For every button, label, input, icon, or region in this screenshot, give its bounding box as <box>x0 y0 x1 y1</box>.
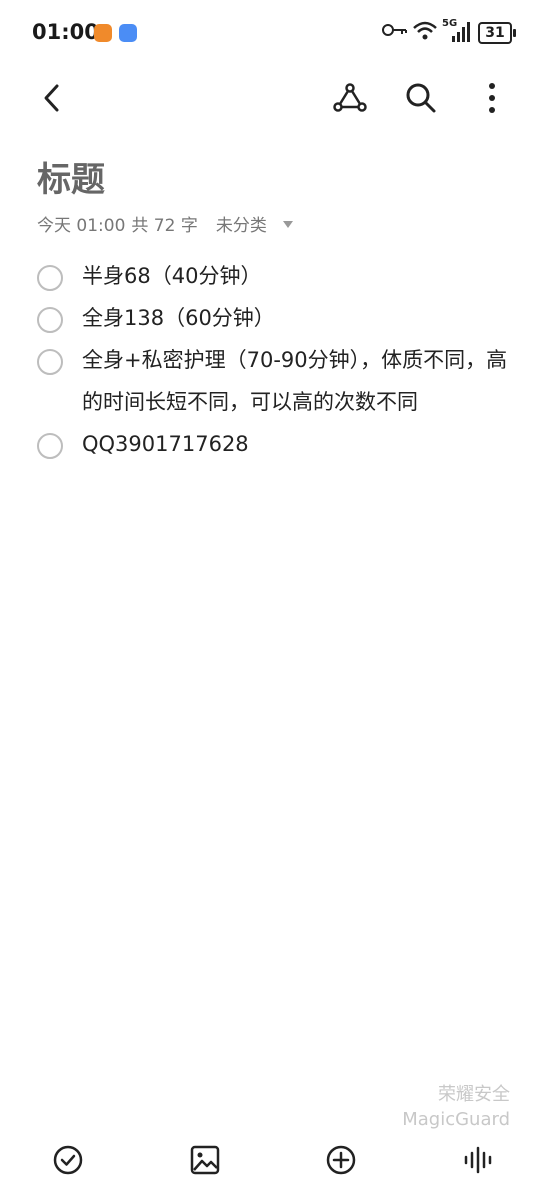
network-type-label: 5G <box>442 18 458 29</box>
voice-input-button[interactable] <box>458 1140 498 1180</box>
search-icon <box>406 83 436 113</box>
add-icon <box>326 1145 356 1175</box>
wifi-icon <box>413 21 437 40</box>
checklist-item: QQ3901717628 <box>37 423 517 465</box>
battery-indicator: 31 <box>478 22 516 44</box>
more-options-button[interactable] <box>472 78 512 118</box>
checkbox-circle-icon[interactable] <box>37 349 63 375</box>
signal-icon: 5G <box>442 18 472 48</box>
chevron-down-icon <box>282 221 293 228</box>
bottom-toolbar <box>0 1130 546 1190</box>
category-label: 未分类 <box>215 216 267 236</box>
watermark-subtitle: MagicGuard <box>402 1109 510 1130</box>
image-icon <box>190 1145 220 1175</box>
checklist-item: 全身138（60分钟） <box>37 297 517 339</box>
checklist-button[interactable] <box>48 1140 88 1180</box>
checklist: 半身68（40分钟） 全身138（60分钟） 全身+私密护理（70-90分钟），… <box>37 255 517 465</box>
share-icon <box>333 83 367 112</box>
app-notification-icon <box>94 24 112 42</box>
category-selector[interactable]: 未分类 <box>216 211 273 236</box>
checkbox-circle-icon[interactable] <box>37 265 63 291</box>
note-title[interactable]: 标题 <box>37 152 105 201</box>
more-icon <box>489 83 495 113</box>
search-button[interactable] <box>401 78 441 118</box>
note-word-count: 共 72 字 <box>131 216 198 236</box>
back-icon <box>44 84 59 112</box>
checklist-item: 半身68（40分钟） <box>37 255 517 297</box>
voice-icon <box>464 1146 492 1174</box>
checklist-icon <box>53 1145 83 1175</box>
magicguard-watermark: 荣耀安全 MagicGuard <box>402 1082 510 1132</box>
checklist-item-text[interactable]: 全身+私密护理（70-90分钟），体质不同，高的时间长短不同，可以高的次数不同 <box>82 339 517 423</box>
note-meta: 今天 01:00 共 72 字 未分类 <box>37 211 293 236</box>
checklist-item-text[interactable]: 全身138（60分钟） <box>82 297 275 339</box>
back-button[interactable] <box>32 78 72 118</box>
checkbox-circle-icon[interactable] <box>37 433 63 459</box>
status-time: 01:00 <box>32 20 99 44</box>
key-icon <box>382 24 407 36</box>
add-button[interactable] <box>321 1140 361 1180</box>
note-toolbar <box>0 70 546 126</box>
note-date: 今天 01:00 <box>37 216 126 236</box>
checklist-item-text[interactable]: QQ3901717628 <box>82 423 249 465</box>
share-button[interactable] <box>330 78 370 118</box>
watermark-title: 荣耀安全 <box>438 1084 510 1105</box>
checklist-item: 全身+私密护理（70-90分钟），体质不同，高的时间长短不同，可以高的次数不同 <box>37 339 517 423</box>
status-bar: 01:00 5G 31 <box>0 0 546 66</box>
checklist-item-text[interactable]: 半身68（40分钟） <box>82 255 261 297</box>
insert-image-button[interactable] <box>185 1140 225 1180</box>
message-notification-icon <box>119 24 137 42</box>
checkbox-circle-icon[interactable] <box>37 307 63 333</box>
